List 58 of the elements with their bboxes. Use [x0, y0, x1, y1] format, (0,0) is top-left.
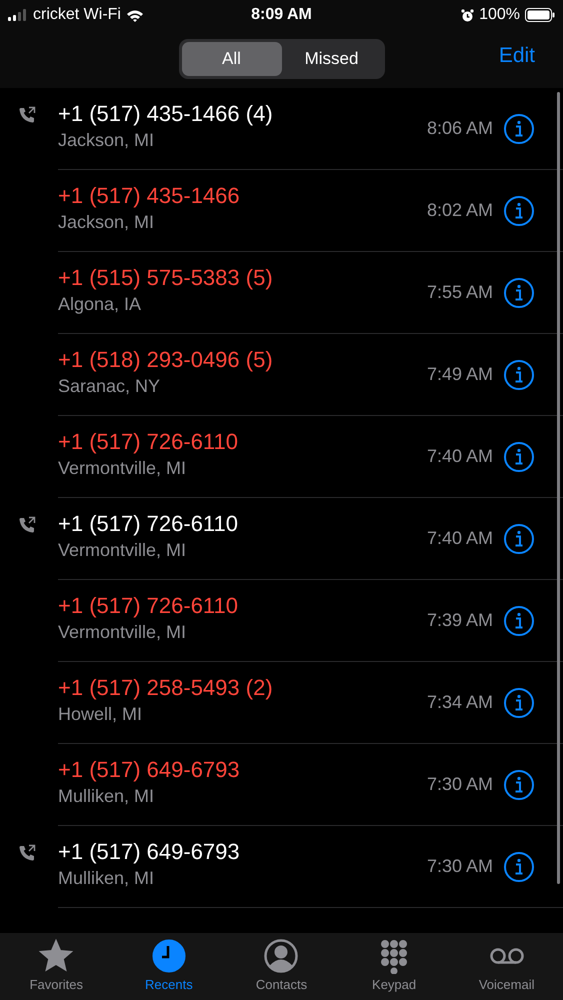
- phone-number: +1 (517) 726-6110: [58, 428, 240, 454]
- call-time: 7:49 AM: [426, 364, 493, 385]
- carrier-name: cricket Wi-Fi: [33, 6, 121, 24]
- info-icon[interactable]: [503, 440, 535, 472]
- edit-button[interactable]: Edit: [498, 44, 535, 68]
- battery-icon: [524, 8, 555, 22]
- call-location: Howell, MI: [58, 704, 144, 724]
- info-icon[interactable]: [503, 276, 535, 308]
- call-location: Mulliken, MI: [58, 786, 156, 806]
- tab-bar-item[interactable]: Favorites: [6, 938, 106, 992]
- info-icon[interactable]: [503, 604, 535, 636]
- call-location: Jackson, MI: [58, 212, 156, 232]
- info-icon[interactable]: [503, 194, 535, 226]
- wifi-icon: [126, 8, 144, 22]
- call-location: Saranac, NY: [58, 376, 162, 396]
- contact-icon: [263, 938, 300, 974]
- phone-number: +1 (517) 726-6110: [58, 592, 240, 618]
- call-location: Vermontville, MI: [58, 622, 188, 642]
- phone-number: +1 (518) 293-0496 (5): [58, 346, 274, 372]
- clock-icon: [150, 938, 187, 974]
- phone-number: +1 (517) 649-6793: [58, 756, 241, 782]
- call-time: 8:02 AM: [426, 200, 493, 221]
- tab-bar-item[interactable]: Keypad: [344, 938, 444, 992]
- call-location: Algona, IA: [58, 294, 142, 314]
- call-location: Vermontville, MI: [58, 458, 188, 478]
- call-time: 7:55 AM: [426, 282, 493, 303]
- status-time: 8:09 AM: [251, 6, 312, 24]
- call-location: Vermontville, MI: [58, 540, 188, 560]
- segment-tab[interactable]: All: [182, 42, 282, 76]
- segment-tab[interactable]: Missed: [282, 42, 382, 76]
- info-icon[interactable]: [503, 522, 535, 554]
- info-icon[interactable]: [503, 850, 535, 882]
- info-icon[interactable]: [503, 768, 535, 800]
- phone-number: +1 (517) 649-6793: [58, 838, 241, 864]
- info-icon[interactable]: [503, 686, 535, 718]
- call-time: 7:30 AM: [426, 856, 493, 877]
- star-icon: [38, 938, 74, 974]
- call-time: 7:34 AM: [426, 692, 493, 713]
- phone-number: +1 (517) 435-1466: [58, 182, 241, 208]
- alarm-icon: [461, 8, 474, 22]
- call-time: 7:40 AM: [426, 528, 493, 549]
- phone-number: +1 (517) 726-6110: [58, 510, 240, 536]
- call-time: 7:30 AM: [426, 774, 493, 795]
- call-time: 7:40 AM: [426, 446, 493, 467]
- phone-number: +1 (517) 258-5493 (2): [58, 674, 274, 700]
- call-location: Mulliken, MI: [58, 868, 156, 888]
- info-icon[interactable]: [503, 112, 535, 144]
- tab-bar-item[interactable]: Recents: [118, 938, 219, 992]
- tab-bar-item[interactable]: Voicemail: [456, 938, 557, 992]
- phone-number: +1 (517) 435-1466 (4): [58, 100, 274, 126]
- info-icon[interactable]: [503, 358, 535, 390]
- tab-bar-item[interactable]: Contacts: [231, 938, 332, 992]
- call-time: 7:39 AM: [426, 610, 493, 631]
- call-time: 8:06 AM: [426, 118, 493, 139]
- call-location: Jackson, MI: [58, 130, 156, 150]
- battery-percent: 100%: [479, 6, 520, 24]
- signal-icon: [8, 9, 28, 21]
- phone-number: +1 (515) 575-5383 (5): [58, 264, 274, 290]
